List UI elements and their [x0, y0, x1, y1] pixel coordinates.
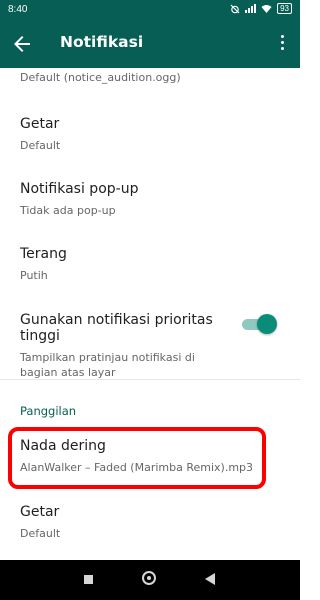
toggle-knob — [257, 314, 277, 334]
vibrate-value: Default — [20, 139, 61, 152]
ringtone-highlight-box — [8, 427, 266, 489]
popup-notification-label: Notifikasi pop-up — [20, 181, 139, 197]
popup-notification-row[interactable]: Notifikasi pop-up Tidak ada pop-up — [20, 181, 285, 218]
home-icon[interactable] — [142, 571, 156, 585]
call-vibrate-value: Default — [20, 527, 61, 540]
signal-icon — [245, 4, 257, 13]
status-icons: 93 — [230, 3, 292, 14]
high-priority-description: Tampilkan pratinjau notifikasi di bagian… — [20, 351, 195, 379]
call-vibrate-label: Getar — [20, 504, 60, 520]
calls-section-header: Panggilan — [20, 404, 77, 418]
page-title: Notifikasi — [60, 33, 144, 51]
status-time: 8:40 — [8, 4, 28, 15]
more-options-icon[interactable] — [270, 32, 294, 56]
alarm-off-icon — [230, 4, 240, 13]
high-priority-toggle[interactable] — [240, 314, 277, 334]
notification-tone-value: Default (notice_audition.ogg) — [20, 71, 181, 84]
light-row[interactable]: Terang Putih — [20, 246, 285, 283]
vibrate-label: Getar — [20, 116, 60, 132]
call-vibrate-row[interactable]: Getar Default — [20, 504, 285, 541]
high-priority-row[interactable]: Gunakan notifikasi prioritas tinggi Tamp… — [20, 312, 235, 380]
section-divider — [0, 379, 300, 380]
light-value: Putih — [20, 269, 48, 282]
vibrate-row[interactable]: Getar Default — [20, 116, 285, 153]
settings-list: Default (notice_audition.ogg) Getar Defa… — [0, 68, 300, 560]
back-icon[interactable] — [205, 573, 215, 585]
popup-notification-value: Tidak ada pop-up — [20, 204, 116, 217]
recents-icon[interactable] — [84, 575, 93, 584]
notification-tone-row[interactable]: Default (notice_audition.ogg) — [20, 68, 285, 85]
light-label: Terang — [20, 246, 67, 262]
battery-icon: 93 — [277, 3, 292, 14]
high-priority-label: Gunakan notifikasi prioritas tinggi — [20, 312, 213, 344]
status-bar: 8:40 93 — [0, 0, 300, 20]
system-nav-bar — [0, 560, 300, 600]
app-bar: Notifikasi — [0, 20, 300, 68]
back-arrow-icon[interactable] — [10, 32, 34, 56]
wifi-icon — [261, 5, 272, 13]
